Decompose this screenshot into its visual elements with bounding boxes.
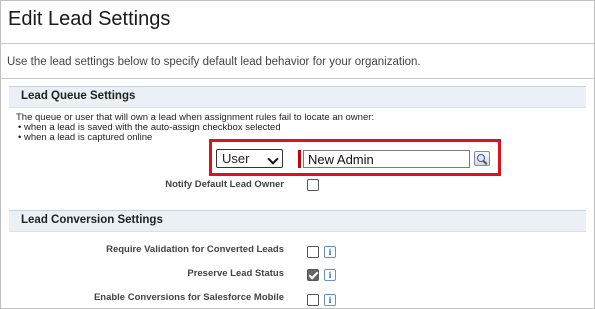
mobile-conversion-label: Enable Conversions for Salesforce Mobile bbox=[93, 292, 284, 303]
notify-owner-label: Notify Default Lead Owner bbox=[165, 179, 284, 190]
divider bbox=[1, 78, 594, 79]
info-icon[interactable]: i bbox=[324, 294, 336, 306]
page-title: Edit Lead Settings bbox=[8, 8, 171, 30]
lead-settings-panel: Edit Lead Settings Use the lead settings… bbox=[0, 0, 595, 309]
page-description: Use the lead settings below to specify d… bbox=[7, 56, 421, 68]
info-icon[interactable]: i bbox=[324, 246, 336, 258]
section-header-lead-queue: Lead Queue Settings bbox=[9, 86, 586, 108]
info-icon[interactable]: i bbox=[324, 269, 336, 281]
owner-type-select[interactable]: User bbox=[216, 149, 283, 168]
owner-type-value: User bbox=[222, 151, 250, 166]
notify-owner-checkbox[interactable] bbox=[307, 179, 319, 191]
lookup-icon[interactable] bbox=[474, 151, 490, 166]
mobile-conversion-checkbox[interactable] bbox=[307, 294, 319, 306]
section-header-lead-conversion: Lead Conversion Settings bbox=[9, 210, 586, 232]
section-title: Lead Conversion Settings bbox=[21, 214, 163, 226]
magnifier-handle bbox=[482, 160, 488, 165]
divider bbox=[1, 43, 594, 44]
require-validation-checkbox[interactable] bbox=[307, 246, 319, 258]
section-title: Lead Queue Settings bbox=[21, 90, 136, 102]
preserve-status-label: Preserve Lead Status bbox=[187, 268, 284, 279]
require-validation-label: Require Validation for Converted Leads bbox=[106, 244, 284, 255]
preserve-status-checkbox[interactable] bbox=[307, 269, 319, 281]
chevron-down-icon bbox=[267, 153, 279, 165]
default-owner-input[interactable] bbox=[303, 150, 470, 168]
required-indicator bbox=[298, 150, 301, 168]
